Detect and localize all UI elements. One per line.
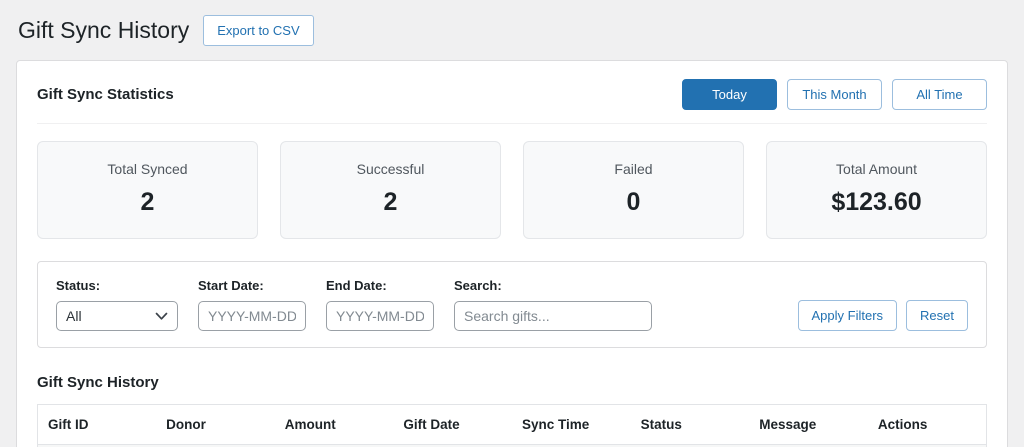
apply-filters-button[interactable]: Apply Filters	[797, 300, 898, 332]
stat-label: Total Synced	[107, 161, 188, 178]
export-csv-button[interactable]: Export to CSV	[203, 14, 314, 46]
statistics-header: Gift Sync Statistics Today This Month Al…	[37, 79, 987, 125]
sync-history-table: Gift ID Donor Amount Gift Date Sync Time…	[37, 404, 987, 447]
filter-actions: Apply Filters Reset	[797, 300, 968, 332]
column-header-amount: Amount	[274, 404, 394, 446]
history-heading: Gift Sync History	[37, 374, 159, 392]
stat-label: Failed	[614, 161, 653, 178]
page-header: Gift Sync History Export to CSV	[16, 12, 1008, 60]
start-date-label: Start Date:	[198, 278, 264, 294]
stat-box-failed: Failed 0	[523, 141, 744, 240]
filter-bar: Status: All Start Date: End Date: Search…	[37, 261, 987, 349]
status-label: Status:	[56, 278, 101, 294]
stat-box-successful: Successful 2	[280, 141, 501, 240]
reset-button[interactable]: Reset	[906, 300, 968, 332]
chevron-down-icon	[155, 308, 168, 324]
end-date-label: End Date:	[326, 278, 387, 294]
column-header-gift-date: Gift Date	[393, 404, 512, 446]
gift-sync-card: Gift Sync Statistics Today This Month Al…	[16, 60, 1008, 447]
stat-value: 0	[626, 188, 641, 217]
table-header-row: Gift ID Donor Amount Gift Date Sync Time…	[37, 404, 987, 446]
stat-value: 2	[140, 188, 155, 217]
search-input[interactable]	[454, 301, 652, 332]
column-header-gift-id: Gift ID	[37, 404, 157, 446]
stat-box-total-amount: Total Amount $123.60	[766, 141, 987, 240]
column-header-sync-time: Sync Time	[512, 404, 631, 446]
stat-label: Successful	[356, 161, 425, 178]
column-header-donor: Donor	[156, 404, 275, 446]
stat-value: 2	[383, 188, 398, 217]
column-header-actions: Actions	[867, 404, 987, 446]
period-button-today[interactable]: Today	[682, 79, 777, 111]
page-title: Gift Sync History	[18, 17, 190, 43]
stat-box-total-synced: Total Synced 2	[37, 141, 258, 240]
stats-grid: Total Synced 2 Successful 2 Failed 0 Tot…	[37, 141, 987, 240]
period-button-group: Today This Month All Time	[682, 79, 987, 111]
period-button-this-month[interactable]: This Month	[787, 79, 882, 111]
end-date-input[interactable]	[326, 301, 434, 332]
search-filter-field: Search:	[454, 278, 652, 332]
column-header-status: Status	[630, 404, 750, 446]
start-date-input[interactable]	[198, 301, 306, 332]
status-filter-field: Status: All	[56, 278, 178, 332]
status-select[interactable]: All	[56, 301, 178, 332]
end-date-filter-field: End Date:	[326, 278, 434, 332]
period-button-all-time[interactable]: All Time	[892, 79, 987, 111]
admin-page: Gift Sync History Export to CSV Gift Syn…	[0, 0, 1024, 447]
statistics-heading: Gift Sync Statistics	[37, 86, 174, 104]
stat-value: $123.60	[831, 188, 922, 217]
search-label: Search:	[454, 278, 502, 294]
stat-label: Total Amount	[836, 161, 917, 178]
status-select-value: All	[66, 308, 82, 325]
column-header-message: Message	[749, 404, 868, 446]
start-date-filter-field: Start Date:	[198, 278, 306, 332]
